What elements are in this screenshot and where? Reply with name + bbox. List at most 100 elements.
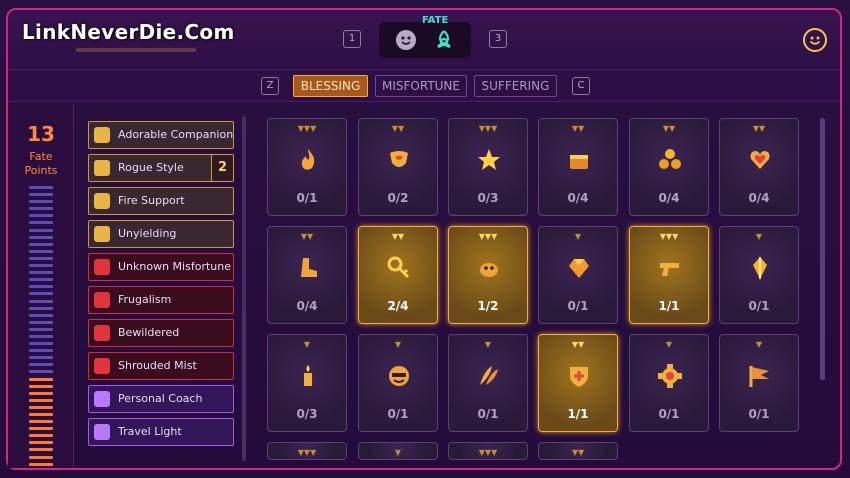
card-progress: 0/1 (387, 407, 409, 421)
fate-selector[interactable] (379, 22, 471, 58)
card-progress: 0/4 (658, 191, 680, 205)
list-item[interactable]: Personal Coach (88, 385, 234, 413)
list-item[interactable]: Bewildered (88, 319, 234, 347)
blessing-card[interactable]: ▼▼ 2/4 (358, 226, 438, 324)
card-progress: 0/2 (387, 191, 409, 205)
card-tier-marker: ▼▼▼ (297, 448, 317, 457)
face-icon[interactable] (396, 30, 416, 50)
list-item-label: Adorable Companion (118, 128, 234, 141)
feathers-icon (476, 363, 502, 389)
fate-points-meter (29, 186, 53, 470)
shield-icon (94, 226, 110, 242)
question-icon (94, 259, 110, 275)
list-item[interactable]: Fire Support (88, 187, 234, 215)
blessing-card[interactable]: ▼▼▼ 0/3 (448, 118, 528, 216)
card-progress: 0/1 (296, 191, 318, 205)
blessing-card[interactable]: ▼▼▼ 1/1 (629, 226, 709, 324)
list-item-label: Unyielding (118, 227, 177, 240)
fate-points-label: Fate Points (0, 150, 82, 178)
tab-misfortune[interactable]: MISFORTUNE (375, 75, 467, 97)
meter-segment (29, 420, 53, 424)
blessing-card[interactable]: ▼▼ 1/1 (538, 334, 618, 432)
meter-segment (29, 278, 53, 282)
card-progress: 0/1 (477, 407, 499, 421)
list-item[interactable]: Travel Light (88, 418, 234, 446)
meter-segment (29, 334, 53, 338)
coins-icon (657, 147, 683, 173)
blessing-card[interactable]: ▼ 0/1 (719, 334, 799, 432)
blessing-card[interactable]: ▼▼ 0/4 (629, 118, 709, 216)
meter-segment (29, 391, 53, 395)
list-scrollbar[interactable] (242, 116, 246, 461)
meter-segment (29, 405, 53, 409)
card-progress: 0/4 (296, 299, 318, 313)
key-hint-left: 1 (343, 30, 361, 48)
meter-segment (29, 214, 53, 218)
boot-icon (295, 255, 321, 281)
card-tier-marker: ▼ (484, 340, 492, 349)
blessing-card[interactable]: ▼ (358, 442, 438, 460)
fate-points-label-line2: Points (24, 164, 58, 177)
card-tier-marker: ▼▼ (300, 232, 314, 241)
blessing-card[interactable]: ▼ 0/3 (267, 334, 347, 432)
coach-icon (94, 391, 110, 407)
grid-scrollbar[interactable] (820, 118, 825, 380)
gun-icon (657, 255, 683, 281)
meter-segment (29, 320, 53, 324)
blessing-card[interactable]: ▼ 0/1 (538, 226, 618, 324)
list-item[interactable]: Unyielding (88, 220, 234, 248)
blessing-card[interactable]: ▼▼ 0/4 (719, 118, 799, 216)
golden-heart-icon (747, 147, 773, 173)
star-icon (476, 147, 502, 173)
meter-segment (29, 193, 53, 197)
tab-blessing[interactable]: BLESSING (293, 75, 368, 97)
heart-shield-icon (386, 147, 412, 173)
card-progress: 0/3 (296, 407, 318, 421)
candle-icon (295, 363, 321, 389)
blessing-card[interactable]: ▼▼ 0/2 (358, 118, 438, 216)
blessing-card[interactable]: ▼▼▼ (448, 442, 528, 460)
flame-icon (295, 147, 321, 173)
card-progress: 1/1 (658, 299, 680, 313)
meter-segment (29, 448, 53, 452)
fate-points-label-line1: Fate (29, 150, 53, 163)
blessing-card[interactable]: ▼▼▼ (267, 442, 347, 460)
blessing-card[interactable]: ▼▼ (538, 442, 618, 460)
blessing-card[interactable]: ▼▼▼ 0/1 (267, 118, 347, 216)
card-tier-marker: ▼ (755, 232, 763, 241)
list-item[interactable]: Frugalism (88, 286, 234, 314)
meter-segment (29, 235, 53, 239)
list-item[interactable]: Unknown Misfortune (88, 253, 234, 281)
card-tier-marker: ▼▼▼ (478, 232, 498, 241)
triquetra-icon[interactable] (432, 28, 456, 52)
card-tier-marker: ▼▼ (662, 124, 676, 133)
list-item[interactable]: Adorable Companion (88, 121, 234, 149)
card-tier-marker: ▼▼▼ (478, 124, 498, 133)
card-tier-marker: ▼ (303, 340, 311, 349)
tab-suffering[interactable]: SUFFERING (474, 75, 557, 97)
blessing-card[interactable]: ▼▼ 0/4 (538, 118, 618, 216)
card-tier-marker: ▼ (394, 340, 402, 349)
blessing-card[interactable]: ▼ 0/1 (448, 334, 528, 432)
blessing-card[interactable]: ▼ 0/1 (719, 226, 799, 324)
card-progress: 1/2 (477, 299, 499, 313)
blessing-card[interactable]: ▼▼▼ 1/2 (448, 226, 528, 324)
blessing-card[interactable]: ▼ 0/1 (629, 334, 709, 432)
blessing-card[interactable]: ▼ 0/1 (358, 334, 438, 432)
card-progress: 1/1 (567, 407, 589, 421)
list-item-label: Frugalism (118, 293, 172, 306)
card-tier-marker: ▼ (665, 340, 673, 349)
player-bar (76, 48, 196, 52)
smile-icon[interactable] (803, 28, 827, 52)
list-item-label: Bewildered (118, 326, 180, 339)
card-progress: 0/1 (658, 407, 680, 421)
list-item[interactable]: Rogue Style 2 (88, 154, 234, 182)
gun-icon (94, 193, 110, 209)
blessing-card[interactable]: ▼▼ 0/4 (267, 226, 347, 324)
card-progress: 0/1 (567, 299, 589, 313)
list-item[interactable]: Shrouded Mist (88, 352, 234, 380)
card-tier-marker: ▼▼▼ (297, 124, 317, 133)
gear-icon (657, 363, 683, 389)
flag-icon (747, 363, 773, 389)
fate-label: FATE (422, 15, 449, 26)
